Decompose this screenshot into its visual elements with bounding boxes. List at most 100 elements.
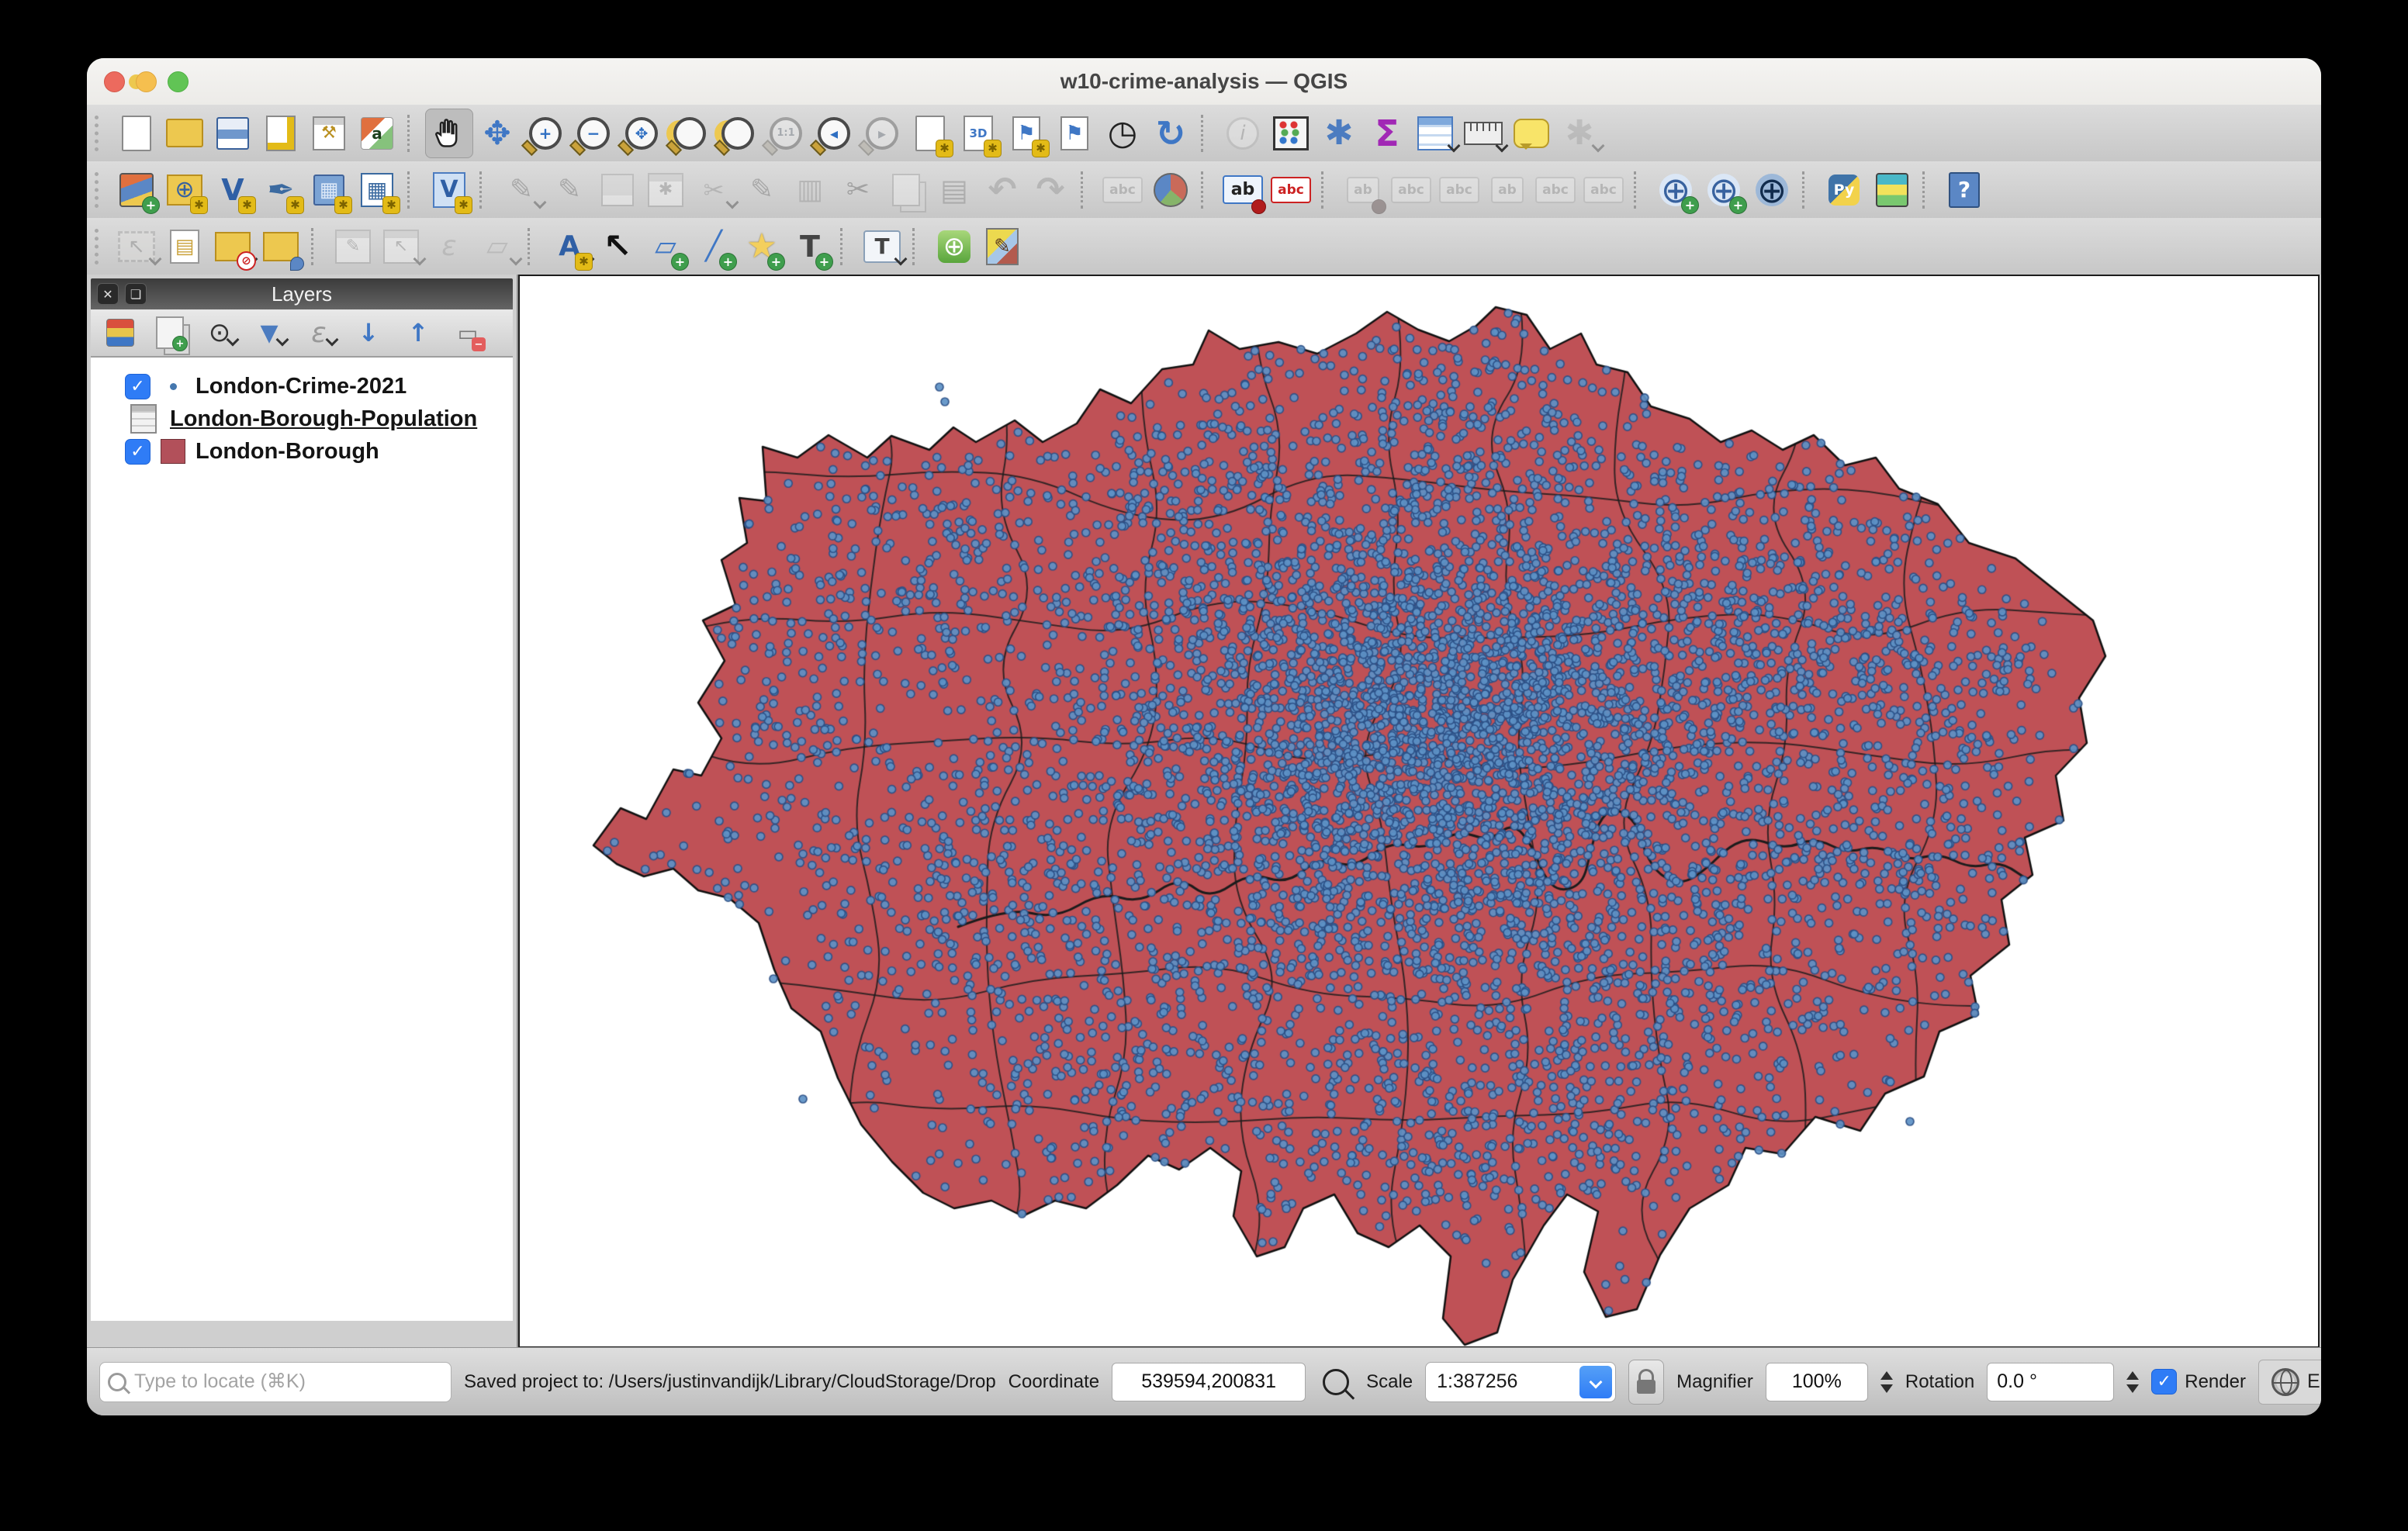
zoom-out-icon[interactable]: −	[569, 109, 618, 158]
zoom-in-icon[interactable]: +	[521, 109, 569, 158]
crs-status-button[interactable]: EPSG:27700	[2258, 1360, 2321, 1405]
rotation-stepper[interactable]	[2126, 1371, 2139, 1393]
diagram-options-icon[interactable]: abc	[1267, 165, 1315, 215]
current-edits-icon[interactable]: ✎	[497, 165, 545, 215]
cad-tools-icon[interactable]: ✎	[329, 222, 377, 271]
new-geopackage-layer-icon[interactable]: ⊕✱	[161, 165, 209, 215]
save-layer-edits-icon[interactable]	[593, 165, 642, 215]
statistical-summary-icon[interactable]: Σ	[1363, 109, 1411, 158]
coordinate-field[interactable]: 539594,200831	[1112, 1363, 1306, 1401]
marker-annotation-icon[interactable]: ★+	[738, 222, 786, 271]
new-spatialite-layer-icon[interactable]: ✒✱	[257, 165, 305, 215]
save-project-icon[interactable]	[209, 109, 257, 158]
identify-features-icon[interactable]: i	[1219, 109, 1267, 158]
zoom-full-icon[interactable]: ✥	[618, 109, 666, 158]
paste-features-icon[interactable]: ▤	[930, 165, 978, 215]
render-checkbox[interactable]: ✓	[2151, 1369, 2177, 1394]
chevron-down-icon[interactable]	[150, 254, 161, 265]
reshape-features-icon[interactable]: ▱	[473, 222, 521, 271]
new-print-layout-icon[interactable]	[257, 109, 305, 158]
layer-diagram-icon[interactable]	[1147, 165, 1195, 215]
filter-by-expression-icon[interactable]: ε	[300, 313, 337, 352]
zoom-to-layer-icon[interactable]	[714, 109, 762, 158]
window-titlebar[interactable]: w10-crime-analysis — QGIS	[87, 58, 2321, 105]
chevron-down-icon[interactable]	[415, 254, 426, 265]
rollback-edits-icon[interactable]: ✎	[738, 165, 786, 215]
toolbar-drag-handle[interactable]	[95, 229, 105, 264]
chevron-down-icon[interactable]	[1593, 141, 1604, 152]
select-by-location-icon[interactable]	[257, 222, 305, 271]
new-project-icon[interactable]	[112, 109, 161, 158]
highlight-pinned-labels-icon[interactable]: abc	[1387, 165, 1435, 215]
chevron-down-icon[interactable]	[511, 254, 522, 265]
magnifier-stepper[interactable]	[1880, 1371, 1893, 1393]
magnifier-field[interactable]: 100%	[1766, 1363, 1868, 1401]
help-contents-icon[interactable]: ?	[1940, 165, 1988, 215]
pan-map-icon[interactable]	[425, 109, 473, 158]
deselect-features-icon[interactable]: ⊘	[209, 222, 257, 271]
new-3d-map-view-icon[interactable]: 3D✱	[954, 109, 1002, 158]
open-layer-styling-icon[interactable]	[102, 313, 139, 352]
zoom-to-selection-icon[interactable]	[666, 109, 714, 158]
rotate-label-icon[interactable]: abc	[1531, 165, 1579, 215]
select-features-icon[interactable]: ↖	[112, 222, 161, 271]
new-map-view-icon[interactable]: ✱	[906, 109, 954, 158]
show-hide-labels-icon[interactable]: abc	[1435, 165, 1483, 215]
new-mesh-layer-icon[interactable]: ▦✱	[353, 165, 401, 215]
python-console-icon[interactable]: Py	[1820, 165, 1868, 215]
line-annotation-icon[interactable]: ╱+	[690, 222, 738, 271]
temporal-controller-icon[interactable]: ◷	[1098, 109, 1147, 158]
redo-icon[interactable]: ↷	[1026, 165, 1074, 215]
text-annotation-at-point-icon[interactable]: T+	[786, 222, 834, 271]
collapse-all-icon[interactable]: ↑	[400, 313, 437, 352]
new-shapefile-layer-icon[interactable]: V✱	[209, 165, 257, 215]
layer-name[interactable]: London-Crime-2021	[195, 374, 407, 399]
locator-searchbox[interactable]	[99, 1362, 452, 1402]
vertex-tool-icon[interactable]: ✂	[690, 165, 738, 215]
chevron-down-icon[interactable]	[228, 335, 239, 346]
text-annotation-icon[interactable]: T	[858, 222, 906, 271]
scale-lock-button[interactable]	[1628, 1360, 1664, 1405]
zoom-native-icon[interactable]: 1:1	[762, 109, 810, 158]
new-temporary-scratch-layer-icon[interactable]: V✱	[425, 165, 473, 215]
select-features-by-value-icon[interactable]: ▤	[161, 222, 209, 271]
advanced-digitizing-icon[interactable]: ↖	[377, 222, 425, 271]
chevron-down-icon[interactable]	[535, 198, 546, 209]
layer-visibility-checkbox[interactable]: ✓	[125, 374, 150, 399]
geocoder-search-icon[interactable]: ⊕	[930, 222, 978, 271]
new-virtual-layer-icon[interactable]: ▦✱	[305, 165, 353, 215]
delete-selected-icon[interactable]: ▥	[786, 165, 834, 215]
chevron-down-icon[interactable]	[1579, 1366, 1612, 1398]
scale-combobox[interactable]: 1:387256	[1425, 1362, 1616, 1402]
measure-line-icon[interactable]	[1459, 109, 1507, 158]
chevron-down-icon[interactable]	[327, 335, 338, 346]
chevron-down-icon[interactable]	[896, 254, 907, 265]
layer-visibility-checkbox[interactable]: ✓	[125, 439, 150, 465]
undo-icon[interactable]: ↶	[978, 165, 1026, 215]
new-spatial-bookmark-icon[interactable]: ⚑✱	[1002, 109, 1050, 158]
map-canvas[interactable]	[520, 276, 2318, 1346]
toggle-editing-icon[interactable]: ✎	[545, 165, 593, 215]
layer-item-london-borough[interactable]: ✓London-Borough	[91, 435, 513, 468]
layer-name[interactable]: London-Borough-Population	[170, 406, 477, 432]
data-source-manager-icon[interactable]: +	[112, 165, 161, 215]
chevron-down-icon[interactable]	[1449, 141, 1460, 152]
style-manager-icon[interactable]: a	[353, 109, 401, 158]
field-calculator-icon[interactable]	[1267, 109, 1315, 158]
move-label-icon[interactable]: ab	[1483, 165, 1531, 215]
metasearch-icon[interactable]: ⊕+	[1700, 165, 1748, 215]
locator-input[interactable]	[133, 1370, 443, 1394]
polygon-annotation-icon[interactable]: ▱+	[642, 222, 690, 271]
osm-place-search-icon[interactable]: ⊕	[1748, 165, 1796, 215]
osm-editor-icon[interactable]: ✎	[978, 222, 1026, 271]
show-layout-manager-icon[interactable]: ⚒	[305, 109, 353, 158]
add-group-icon[interactable]: +	[151, 313, 189, 352]
labeling-options-icon[interactable]: ab	[1219, 165, 1267, 215]
show-spatial-bookmarks-icon[interactable]: ⚑	[1050, 109, 1098, 158]
refresh-map-icon[interactable]: ↻	[1147, 109, 1195, 158]
multiedit-attributes-icon[interactable]: ✱	[642, 165, 690, 215]
run-feature-action-icon[interactable]: ✱	[1555, 109, 1604, 158]
pan-to-selection-icon[interactable]: ✥	[473, 109, 521, 158]
plugin-layers-icon[interactable]	[1868, 165, 1916, 215]
filter-legend-icon[interactable]: ▼	[251, 313, 288, 352]
